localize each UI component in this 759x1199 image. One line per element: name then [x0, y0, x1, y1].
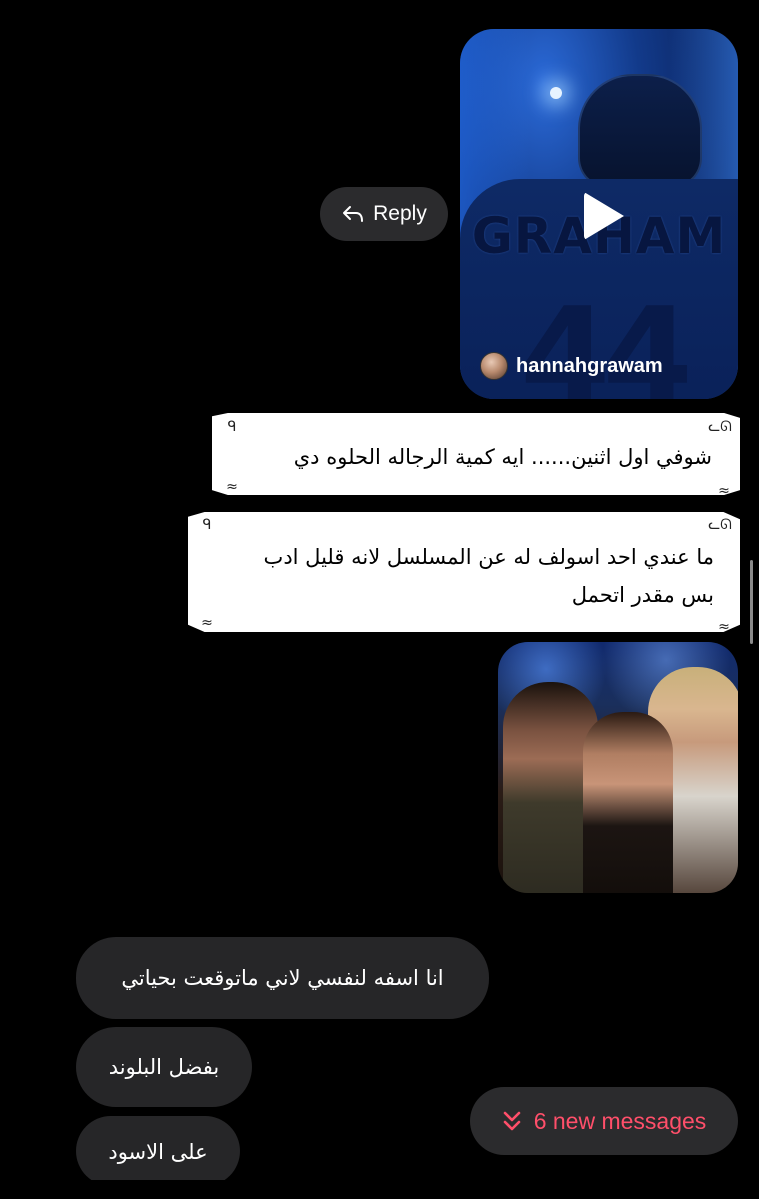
new-messages-label: 6 new messages: [533, 1107, 707, 1134]
received-message-bubble[interactable]: بفضل البلوند: [76, 1027, 252, 1107]
photo-person-middle: [583, 712, 673, 893]
received-message-bubble[interactable]: انا اسفه لنفسي لاني ماتوقعت بحياتي: [76, 937, 489, 1019]
scrollbar-thumb[interactable]: [750, 560, 753, 644]
message-text: بفضل البلوند: [108, 1055, 220, 1079]
play-icon[interactable]: [584, 192, 624, 240]
reply-button[interactable]: Reply: [320, 187, 448, 241]
message-text: شوفي اول اثنين...... ايه كمية الرجاله ال…: [293, 445, 712, 469]
sticker-flag-icon: ᑫ: [202, 517, 212, 533]
shared-photo[interactable]: [498, 642, 738, 893]
reply-label: Reply: [373, 202, 427, 225]
sticker-doodle-icon: ≈: [226, 479, 238, 495]
shared-video-card[interactable]: GRAHAM 44 hannahgrawam: [460, 29, 738, 399]
video-author[interactable]: hannahgrawam: [480, 352, 663, 380]
sticker-doodle-icon: ≈: [201, 615, 213, 631]
new-messages-button[interactable]: 6 new messages: [470, 1087, 738, 1155]
author-avatar: [480, 352, 508, 380]
jersey-number-text: 44: [520, 279, 693, 399]
message-text: انا اسفه لنفسي لاني ماتوقعت بحياتي: [121, 966, 444, 990]
player-helmet: [578, 74, 702, 188]
sticker-doodle-icon: ≈: [718, 483, 730, 499]
reply-arrow-icon: [343, 206, 364, 222]
sticker-cat-icon: ᓚᘏ: [708, 517, 732, 533]
message-text-line: ما عندي احد اسولف له عن المسلسل لانه قلي…: [263, 545, 714, 569]
sticker-flag-icon: ᑫ: [227, 419, 237, 435]
ceiling-light: [550, 87, 562, 99]
message-text-line: بس مقدر اتحمل: [571, 583, 714, 607]
author-username: hannahgrawam: [516, 354, 663, 377]
sticker-doodle-icon: ≈: [718, 619, 730, 635]
message-text: على الاسود: [108, 1140, 208, 1164]
received-message-bubble[interactable]: على الاسود: [76, 1116, 240, 1186]
sent-message-bubble[interactable]: شوفي اول اثنين...... ايه كمية الرجاله ال…: [212, 413, 740, 495]
bottom-edge: [0, 1180, 759, 1199]
sent-message-bubble[interactable]: ما عندي احد اسولف له عن المسلسل لانه قلي…: [188, 512, 740, 632]
double-chevron-down-icon: [503, 1111, 521, 1131]
sticker-cat-icon: ᓚᘏ: [708, 419, 732, 435]
